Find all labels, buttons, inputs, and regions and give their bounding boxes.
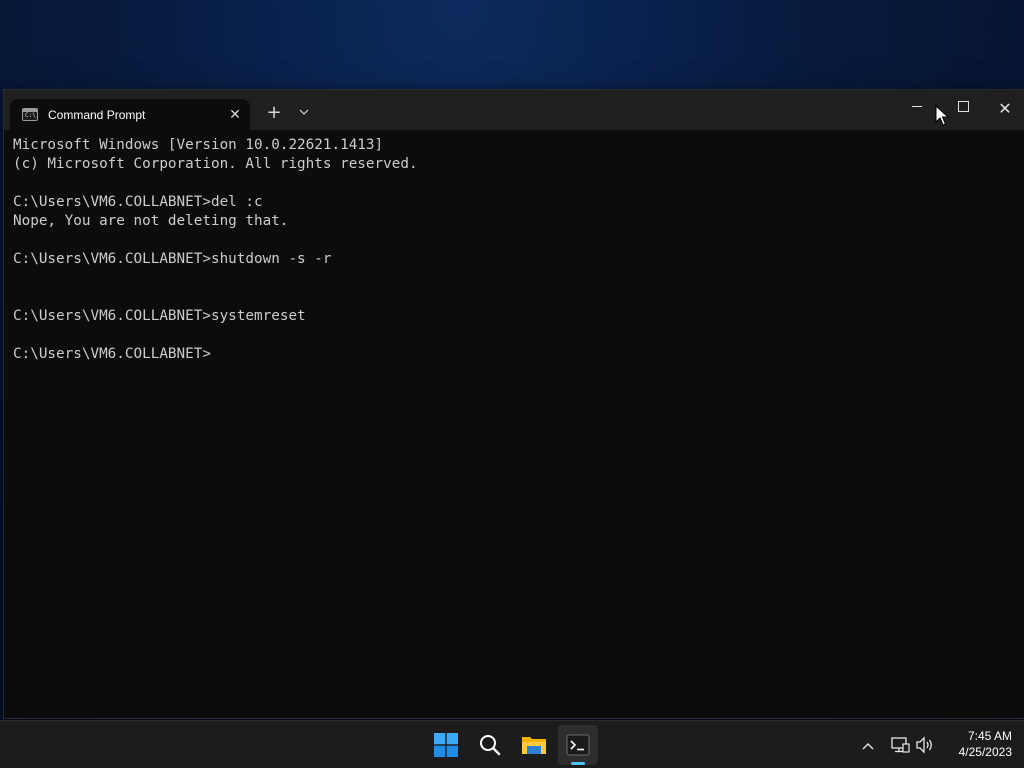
volume-icon — [916, 736, 932, 754]
clock-time: 7:45 AM — [967, 729, 1012, 743]
search-icon — [480, 735, 501, 756]
console-line: Nope, You are not deleting that. — [13, 213, 289, 229]
terminal-icon — [566, 734, 590, 756]
chevron-down-icon — [299, 109, 309, 115]
minimize-button[interactable] — [894, 90, 940, 130]
clock-button[interactable]: 7:45 AM 4/25/2023 — [942, 728, 1012, 762]
command-prompt-icon: C:\. — [22, 108, 39, 121]
title-bar[interactable]: C:\. Command Prompt ✕ + ✕ — [4, 90, 1024, 130]
search-button[interactable] — [470, 725, 510, 765]
mouse-pointer-icon — [935, 105, 949, 126]
minimize-icon — [912, 106, 922, 107]
tab-command-prompt[interactable]: C:\. Command Prompt ✕ — [10, 99, 250, 130]
start-button[interactable] — [426, 725, 466, 765]
network-icon — [891, 737, 910, 753]
network-button[interactable] — [890, 735, 910, 755]
maximize-icon — [957, 101, 969, 112]
active-app-indicator — [571, 762, 585, 765]
clock-date: 4/25/2023 — [958, 745, 1012, 759]
taskbar: 7:45 AM 4/25/2023 — [0, 720, 1024, 768]
console-line: Microsoft Windows [Version 10.0.22621.14… — [13, 137, 384, 153]
terminal-taskbar-button[interactable] — [558, 725, 598, 765]
new-tab-button[interactable]: + — [262, 100, 286, 126]
windows-logo-icon — [434, 733, 458, 757]
volume-button[interactable] — [915, 735, 935, 755]
terminal-window: C:\. Command Prompt ✕ + ✕ Microsoft Wind… — [4, 90, 1024, 718]
show-hidden-icons-button[interactable] — [858, 733, 878, 757]
console-line: C:\Users\VM6.COLLABNET>systemreset — [13, 308, 306, 324]
tab-dropdown-button[interactable] — [292, 100, 316, 126]
folder-icon — [522, 737, 546, 754]
file-explorer-button[interactable] — [514, 725, 554, 765]
console-line: C:\Users\VM6.COLLABNET> — [13, 346, 211, 362]
chevron-up-icon — [862, 742, 874, 749]
tab-close-button[interactable]: ✕ — [222, 102, 248, 128]
close-icon: ✕ — [998, 99, 1012, 118]
close-window-button[interactable]: ✕ — [986, 90, 1024, 130]
console-line: (c) Microsoft Corporation. All rights re… — [13, 156, 418, 172]
console-output[interactable]: Microsoft Windows [Version 10.0.22621.14… — [13, 136, 1013, 711]
console-line: C:\Users\VM6.COLLABNET>del :c — [13, 194, 263, 210]
tab-title: Command Prompt — [48, 107, 146, 122]
console-line: C:\Users\VM6.COLLABNET>shutdown -s -r — [13, 251, 332, 267]
